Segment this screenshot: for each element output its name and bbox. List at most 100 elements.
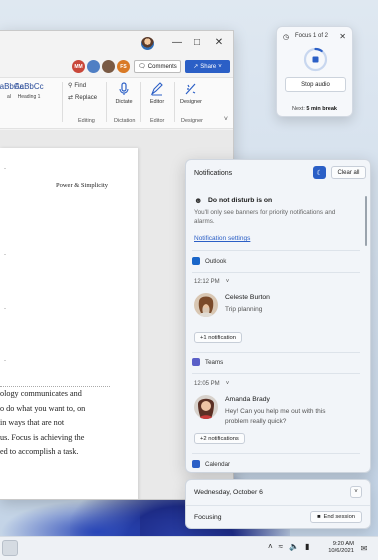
designer-icon <box>185 83 196 95</box>
avatar[interactable] <box>87 60 100 73</box>
document-header: Power & Simplicity <box>56 182 108 189</box>
system-tray: ˄ ≈ 🔈 ▮ <box>268 542 309 551</box>
notification-message: Trip planning <box>225 306 263 313</box>
time-label: 12:05 PM <box>194 381 220 387</box>
margin-mark: - <box>4 358 6 364</box>
notification-message: Hey! Can you help me out with this probl… <box>225 408 326 425</box>
minimize-icon[interactable]: — <box>170 37 184 48</box>
chevron-up-icon[interactable]: ˄ <box>268 542 273 551</box>
margin-mark: - <box>4 166 6 172</box>
focus-next: Next: 5 min break <box>277 106 352 112</box>
stop-audio-button[interactable]: Stop audio <box>285 77 346 92</box>
wifi-icon[interactable]: ≈ <box>279 542 283 551</box>
divider <box>192 352 360 353</box>
clock-time: 9:20 AM <box>332 541 354 547</box>
comment-icon: 🗨 <box>138 64 146 70</box>
text-line: ology communicates and <box>0 389 82 398</box>
comments-button[interactable]: 🗨 Comments <box>134 60 181 73</box>
app-icon[interactable] <box>2 540 18 556</box>
document-body-text[interactable]: ology communicates and o do what you wan… <box>0 387 120 460</box>
stop-icon: ■ <box>316 514 321 520</box>
divider <box>192 373 360 374</box>
divider <box>192 272 360 273</box>
notification-item[interactable]: Amanda Brady Hey! Can you help me out wi… <box>192 395 360 435</box>
snooze-icon: ☻ <box>194 196 203 205</box>
editor-button[interactable]: Editor <box>140 82 174 105</box>
wallpaper-accent <box>0 500 140 540</box>
notification-center: Notifications ☾ Clear all ☻ Do not distu… <box>185 159 371 473</box>
notification-sender: Celeste Burton <box>225 294 270 301</box>
margin-mark: - <box>4 306 6 312</box>
taskbar-clock[interactable]: 9:20 AM 10/6/2021 <box>326 541 354 555</box>
avatar[interactable] <box>102 60 115 73</box>
focusing-label: Focusing <box>194 514 222 521</box>
clear-all-button[interactable]: Clear all <box>331 166 366 179</box>
text-line: us. Focus is achieving the <box>0 432 85 442</box>
more-notifications-button[interactable]: +1 notification <box>194 332 242 343</box>
focus-timer[interactable] <box>303 47 328 72</box>
next-label: Next: <box>292 106 305 112</box>
focus-header: ◷ Focus 1 of 2 ✕ <box>283 32 346 41</box>
editor-pen-icon <box>150 82 163 96</box>
ribbon: AaBbCc al AaBbCc Heading 1 ⚲ Find ⇄ Repl… <box>0 77 233 129</box>
end-session-button[interactable]: ■ End session <box>310 511 362 523</box>
avatar <box>194 395 218 419</box>
search-icon: ⚲ <box>68 83 73 89</box>
designer-button[interactable]: Designer <box>174 82 208 105</box>
scrollbar[interactable] <box>365 196 367 246</box>
notification-sender: Amanda Brady <box>225 396 270 403</box>
outlook-icon <box>192 257 200 265</box>
divider <box>186 505 370 506</box>
chevron-down-icon[interactable]: ˅ <box>350 486 362 498</box>
dnd-description: You'll only see banners for priority not… <box>194 209 336 225</box>
comments-label: Comments <box>147 63 177 70</box>
dictate-button[interactable]: Dictate <box>107 82 141 105</box>
battery-icon[interactable]: ▮ <box>305 542 309 551</box>
editor-label: Editor <box>149 99 165 105</box>
account-avatar[interactable] <box>141 37 154 50</box>
avatar[interactable]: FS <box>117 60 130 73</box>
focus-assist-toggle[interactable]: ☾ <box>313 166 326 179</box>
dnd-banner: ☻ Do not disturb is on You'll only see b… <box>192 188 360 248</box>
notification-settings-link[interactable]: Notification settings <box>194 235 250 242</box>
find-label: Find <box>74 82 87 89</box>
avatar <box>194 293 218 317</box>
replace-button[interactable]: ⇄ Replace <box>68 94 97 102</box>
end-session-label: End session <box>323 514 356 520</box>
next-value: 5 min break <box>306 106 337 112</box>
time-label: 12:12 PM <box>194 279 220 285</box>
app-header-outlook[interactable]: Outlook <box>192 254 360 268</box>
more-notifications-button[interactable]: +2 notifications <box>194 433 245 444</box>
calendar-date: Wednesday, October 6 <box>194 489 263 496</box>
notification-bell-icon[interactable]: ✉ <box>358 542 370 554</box>
style-heading-1[interactable]: AaBbCc Heading 1 <box>12 82 46 110</box>
chevron-down-icon[interactable]: ˅ <box>226 279 230 285</box>
focus-title: Focus 1 of 2 <box>295 33 329 39</box>
moon-icon: ☾ <box>316 169 323 177</box>
app-header-calendar[interactable]: Calendar <box>192 457 360 471</box>
group-label-dictation: Dictation <box>114 118 136 124</box>
share-label: Share <box>200 63 217 70</box>
chevron-down-icon: ˅ <box>218 63 222 70</box>
maximize-icon[interactable]: □ <box>190 37 204 48</box>
close-icon[interactable]: ✕ <box>212 37 226 48</box>
volume-icon[interactable]: 🔈 <box>289 542 299 551</box>
dnd-title: Do not disturb is on <box>208 197 273 204</box>
divider <box>192 453 360 454</box>
find-button[interactable]: ⚲ Find <box>68 82 87 90</box>
calendar-panel: Wednesday, October 6 ˅ Focusing ■ End se… <box>185 479 371 529</box>
close-icon[interactable]: ✕ <box>339 32 346 41</box>
group-label-designer: Designer <box>181 118 204 124</box>
style-name: Heading 1 <box>17 94 41 100</box>
chevron-down-icon[interactable]: ˅ <box>226 381 230 387</box>
replace-icon: ⇄ <box>68 95 74 101</box>
chevron-down-icon[interactable]: ˅ <box>224 116 228 123</box>
avatar[interactable]: MM <box>72 60 85 73</box>
clock-icon: ◷ <box>283 34 290 41</box>
share-button[interactable]: ↗ Share ˅ <box>185 60 230 73</box>
focus-flyout: ◷ Focus 1 of 2 ✕ Stop audio Next: 5 min … <box>276 26 353 117</box>
app-header-teams[interactable]: Teams <box>192 355 360 369</box>
group-label-editing: Editing <box>78 118 95 124</box>
collaborators[interactable]: MM FS +4 <box>72 60 141 73</box>
margin-mark: - <box>4 252 6 258</box>
